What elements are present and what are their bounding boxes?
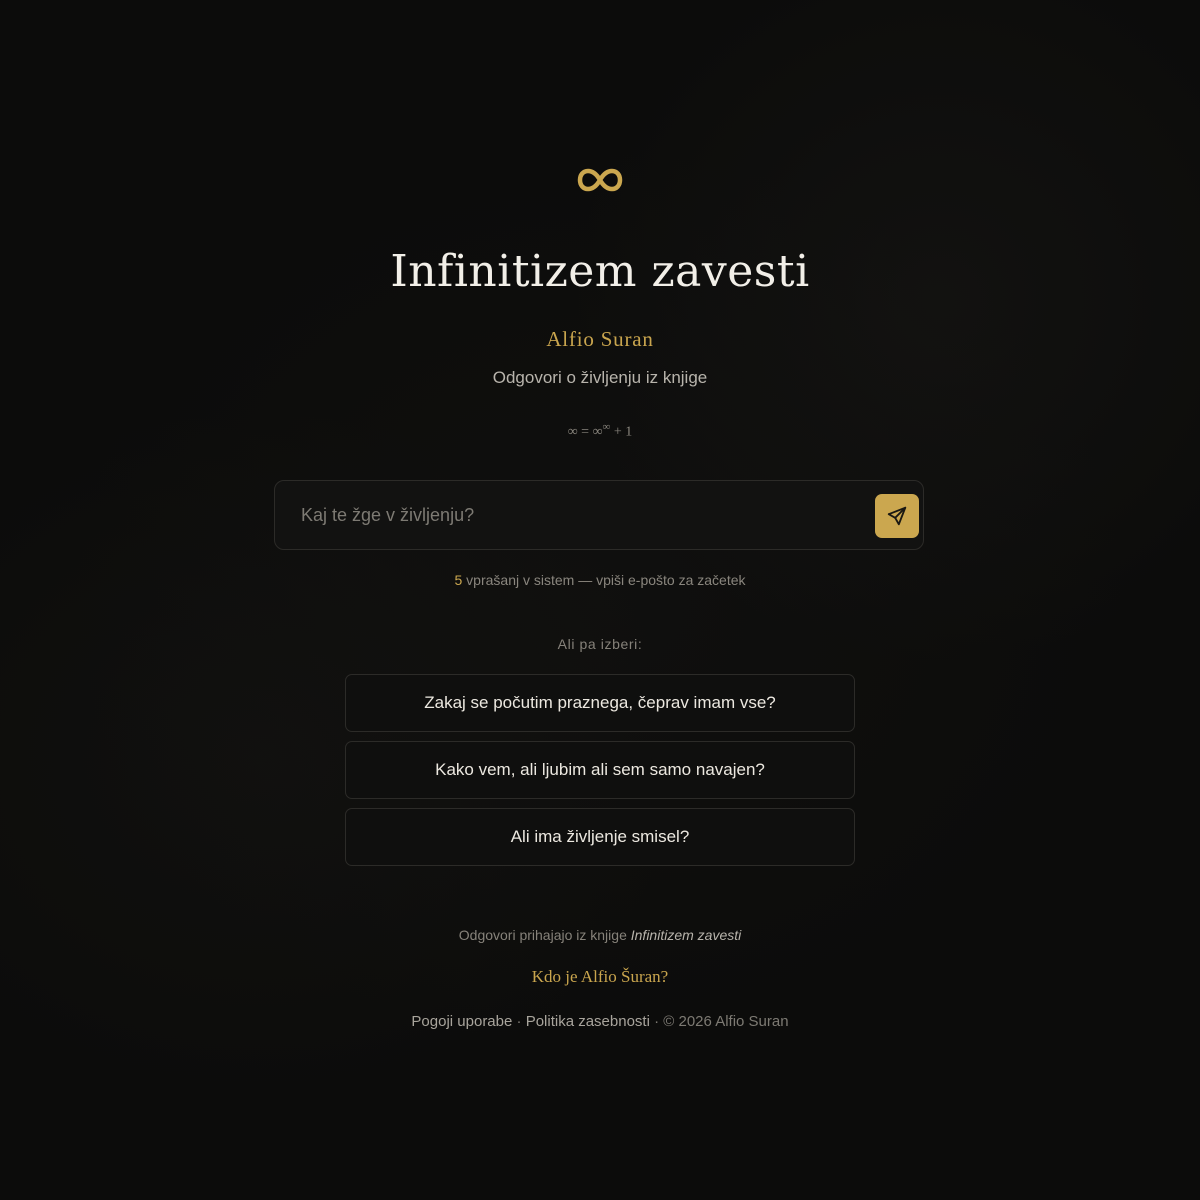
formula-base: ∞ = ∞ — [567, 424, 603, 440]
page-title: Infinitizem zavesti — [390, 246, 810, 297]
question-counter-text: vprašanj v sistem — vpiši e-pošto za zač… — [462, 572, 746, 588]
book-source-prefix: Odgovori prihajajo iz knjige — [458, 927, 631, 943]
footer: Pogoji uporabe · Politika zasebnosti · ©… — [0, 1012, 1200, 1032]
suggestion-button-3[interactable]: Ali ima življenje smisel? — [345, 808, 855, 866]
about-author-link[interactable]: Kdo je Alfio Šuran? — [0, 966, 1200, 988]
suggestions-label: Ali pa izberi: — [557, 636, 643, 652]
send-button[interactable] — [875, 494, 919, 538]
send-icon — [887, 506, 907, 526]
question-counter: 5 vprašanj v sistem — vpiši e-pošto za z… — [0, 570, 1200, 590]
question-box — [274, 480, 924, 550]
footer-separator: · — [512, 1013, 526, 1030]
landing-page: Infinitizem zavesti Alfio Suran Odgovori… — [0, 0, 1200, 1200]
privacy-link[interactable]: Politika zasebnosti — [526, 1013, 650, 1030]
book-source-note: Odgovori prihajajo iz knjige Infinitizem… — [0, 925, 1200, 945]
formula-tail: + 1 — [610, 424, 633, 440]
copyright: © 2026 Alfio Suran — [663, 1013, 789, 1030]
suggestion-button-2[interactable]: Kako vem, ali ljubim ali sem samo navaje… — [345, 741, 855, 799]
infinity-formula: ∞ = ∞∞ + 1 — [0, 416, 1200, 444]
question-input[interactable] — [289, 493, 873, 537]
terms-link[interactable]: Pogoji uporabe — [411, 1013, 512, 1030]
suggestion-button-1[interactable]: Zakaj se počutim praznega, čeprav imam v… — [345, 674, 855, 732]
logo — [0, 166, 1200, 210]
book-source-title: Infinitizem zavesti — [630, 927, 742, 943]
page-subtitle: Odgovori o življenju iz knjige — [492, 368, 708, 387]
infinity-icon — [577, 168, 623, 192]
author-name: Alfio Suran — [546, 327, 654, 351]
footer-separator: · — [649, 1013, 664, 1030]
